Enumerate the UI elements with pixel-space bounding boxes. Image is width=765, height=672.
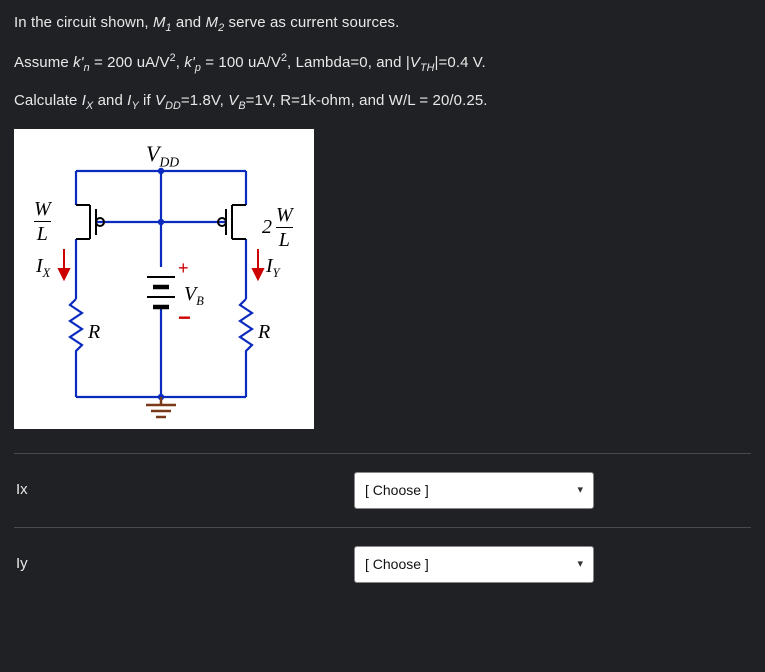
select-iy-value: [ Choose ] xyxy=(365,554,429,575)
plus-terminal: + xyxy=(178,255,189,282)
text: |=0.4 V. xyxy=(435,54,486,71)
kn: k' xyxy=(73,54,84,71)
select-ix[interactable]: [ Choose ] ▾ xyxy=(354,472,594,509)
kp: k' xyxy=(184,54,195,71)
ix-label: IX xyxy=(36,251,50,283)
r-right: R xyxy=(258,317,270,347)
select-iy[interactable]: [ Choose ] ▾ xyxy=(354,546,594,583)
text: serve as current sources. xyxy=(224,14,399,31)
text: and xyxy=(172,14,206,31)
wl-left: WL xyxy=(34,199,51,244)
vb-sub: B xyxy=(238,100,245,112)
text: if xyxy=(139,92,155,109)
text: In the circuit shown, xyxy=(14,14,153,31)
text: = 100 uA/V xyxy=(201,54,281,71)
vth: V xyxy=(410,54,420,71)
text: Assume xyxy=(14,54,73,71)
answer-label-iy: Iy xyxy=(14,553,334,576)
m1: M xyxy=(153,14,166,31)
vdd: V xyxy=(155,92,165,109)
answer-row-iy: Iy [ Choose ] ▾ xyxy=(14,527,751,601)
vth-sub: TH xyxy=(420,62,435,74)
iy-sub: Y xyxy=(131,100,138,112)
chevron-down-icon: ▾ xyxy=(577,482,583,499)
text: =1V, R=1k-ohm, and W/L = 20/0.25. xyxy=(246,92,488,109)
text: = 200 uA/V xyxy=(90,54,170,71)
text: , Lambda=0, and | xyxy=(287,54,410,71)
text: and xyxy=(93,92,127,109)
vdd-label: VDD xyxy=(146,137,179,173)
wl-right: 2 WL xyxy=(262,205,293,250)
minus-terminal: − xyxy=(178,301,191,334)
vdd-sub: DD xyxy=(165,100,181,112)
m2: M xyxy=(206,14,219,31)
circuit-diagram: VDD WL 2 WL IX IY + VB − R R xyxy=(14,129,314,429)
chevron-down-icon: ▾ xyxy=(577,556,583,573)
answer-row-ix: Ix [ Choose ] ▾ xyxy=(14,453,751,527)
iy-label: IY xyxy=(266,251,280,283)
question-prompt: In the circuit shown, M1 and M2 serve as… xyxy=(14,12,751,115)
answer-label-ix: Ix xyxy=(14,479,334,502)
text: =1.8V, xyxy=(181,92,228,109)
text: Calculate xyxy=(14,92,82,109)
r-left: R xyxy=(88,317,100,347)
vb: V xyxy=(228,92,238,109)
select-ix-value: [ Choose ] xyxy=(365,480,429,501)
